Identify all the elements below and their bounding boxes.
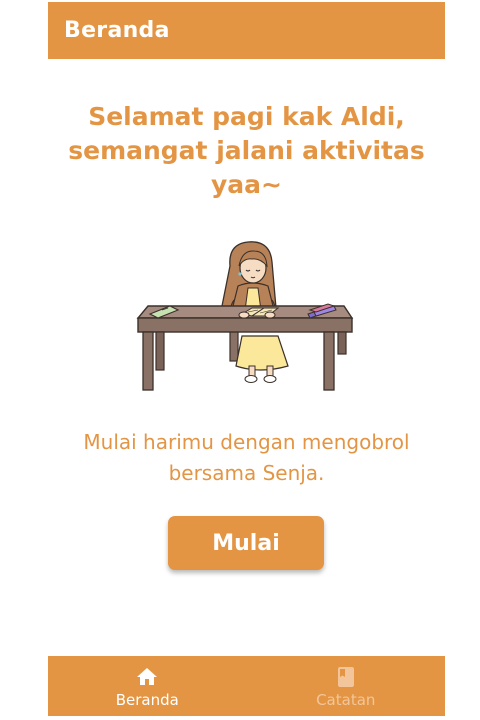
greeting-line: semangat jalani aktivitas <box>68 136 425 165</box>
greeting-text: Selamat pagi kak Aldi, semangat jalani a… <box>58 100 435 202</box>
nav-item-catatan[interactable]: Catatan <box>247 656 446 716</box>
start-button-label: Mulai <box>212 530 280 556</box>
greeting-line: yaa~ <box>211 170 282 199</box>
nav-item-label: Catatan <box>316 691 376 709</box>
intro-text: Mulai harimu dengan mengobrol bersama Se… <box>58 427 435 489</box>
page-title: Beranda <box>64 18 170 43</box>
greeting-line: Selamat pagi kak Aldi, <box>88 102 405 131</box>
home-icon <box>137 668 158 685</box>
notebook-icon <box>337 667 354 687</box>
start-button[interactable]: Mulai <box>168 516 324 570</box>
nav-item-beranda[interactable]: Beranda <box>48 656 247 716</box>
girl-studying-illustration <box>136 241 354 391</box>
bottom-navigation: Beranda Catatan <box>48 656 445 716</box>
intro-line: bersama Senja. <box>168 461 325 485</box>
nav-item-label: Beranda <box>115 691 179 709</box>
app-screen: Beranda Selamat pagi kak Aldi, semangat … <box>48 0 445 720</box>
intro-line: Mulai harimu dengan mengobrol <box>83 430 410 454</box>
top-app-bar: Beranda <box>48 2 445 59</box>
